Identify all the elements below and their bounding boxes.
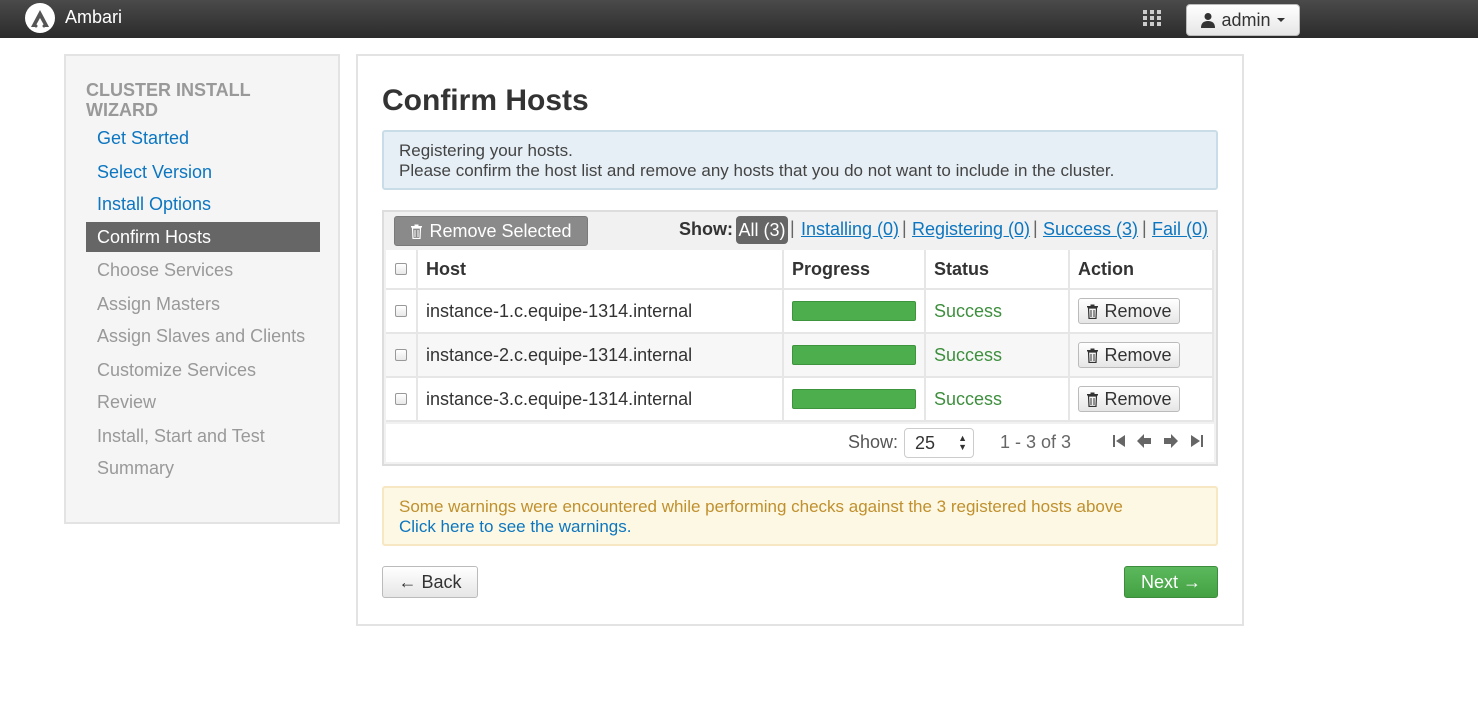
host-action: Remove <box>1070 290 1214 334</box>
previous-page-icon[interactable] <box>1135 432 1153 450</box>
first-page-icon[interactable] <box>1110 432 1128 450</box>
host-name: instance-1.c.equipe-1314.internal <box>418 290 784 334</box>
filter-separator: | <box>1033 218 1038 238</box>
filter-separator: | <box>1142 218 1147 238</box>
column-header-host[interactable]: Host <box>418 250 784 290</box>
last-page-icon[interactable] <box>1188 432 1206 450</box>
warning-text: Some warnings were encountered while per… <box>399 497 1123 516</box>
table-pager <box>386 424 1214 462</box>
user-icon <box>1201 13 1216 28</box>
remove-selected-label: Remove Selected <box>429 220 572 241</box>
host-progress <box>784 378 926 422</box>
sidebar-item-customize-services: Customize Services <box>97 360 257 380</box>
select-all-checkbox[interactable] <box>395 263 407 275</box>
host-progress <box>784 334 926 378</box>
sidebar-title: CLUSTER INSTALL WIZARD <box>86 80 251 120</box>
trash-icon <box>1087 348 1099 363</box>
back-button[interactable]: ← Back <box>382 566 478 598</box>
info-line-2: Please confirm the host list and remove … <box>399 161 1115 180</box>
progress-bar <box>792 345 916 365</box>
host-name: instance-3.c.equipe-1314.internal <box>418 378 784 422</box>
sidebar-item-review: Review <box>97 392 157 412</box>
column-header-progress: Progress <box>784 250 926 290</box>
pager-range: 1 - 3 of 3 <box>1000 432 1072 452</box>
table-header-select <box>386 250 418 290</box>
chevron-down-icon <box>1276 18 1285 22</box>
remove-label: Remove <box>1104 344 1172 365</box>
page-size-value: 25 <box>915 433 936 453</box>
select-arrows-icon: ▲ ▼ <box>958 433 967 452</box>
trash-icon <box>411 224 423 239</box>
remove-label: Remove <box>1104 300 1172 321</box>
hosts-table: Host Progress Status Action instance-1.c… <box>386 250 1214 422</box>
progress-bar <box>792 301 916 321</box>
row-checkbox[interactable] <box>395 393 407 405</box>
table-row <box>386 334 418 378</box>
info-alert: Registering your hosts. Please confirm t… <box>382 130 1218 190</box>
host-progress <box>784 290 926 334</box>
host-action: Remove <box>1070 334 1214 378</box>
filter-all[interactable]: All (3) <box>736 216 788 244</box>
remove-host-button[interactable]: Remove <box>1078 342 1180 368</box>
column-header-status[interactable]: Status <box>926 250 1070 290</box>
host-action: Remove <box>1070 378 1214 422</box>
host-status[interactable]: Success <box>926 334 1070 378</box>
page-size-select[interactable]: 25 ▲ ▼ <box>904 428 974 458</box>
sidebar-item-get-started[interactable]: Get Started <box>86 123 320 153</box>
sidebar-item-select-version[interactable]: Select Version <box>86 157 320 187</box>
sidebar-item-choose-services: Choose Services <box>97 260 234 280</box>
pager-show-label: Show: <box>848 432 899 452</box>
filter-separator: | <box>790 218 795 238</box>
row-checkbox[interactable] <box>395 349 407 361</box>
user-menu-label: admin <box>1221 9 1271 30</box>
apps-grid-icon[interactable] <box>1142 9 1162 27</box>
row-checkbox[interactable] <box>395 305 407 317</box>
remove-host-button[interactable]: Remove <box>1078 298 1180 324</box>
sidebar-item-install-options[interactable]: Install Options <box>86 189 320 219</box>
progress-bar <box>792 389 916 409</box>
host-status[interactable]: Success <box>926 290 1070 334</box>
filter-registering[interactable]: Registering (0) <box>912 219 1030 240</box>
filter-separator: | <box>902 218 907 238</box>
warning-alert: Some warnings were encountered while per… <box>382 486 1218 546</box>
info-line-1: Registering your hosts. <box>399 141 573 160</box>
filter-show-label: Show: <box>679 219 733 239</box>
brand-name[interactable]: Ambari <box>65 7 122 28</box>
column-header-action: Action <box>1070 250 1214 290</box>
table-row <box>386 290 418 334</box>
sidebar-item-assign-slaves: Assign Slaves and Clients <box>97 326 306 346</box>
host-name: instance-2.c.equipe-1314.internal <box>418 334 784 378</box>
page-title: Confirm Hosts <box>382 84 589 117</box>
see-warnings-link[interactable]: Click here to see the warnings. <box>399 517 1201 537</box>
user-menu-button[interactable]: admin <box>1186 4 1300 36</box>
next-button[interactable]: Next → <box>1124 566 1218 598</box>
sidebar-item-install-start-test: Install, Start and Test <box>97 426 265 446</box>
filter-installing[interactable]: Installing (0) <box>801 219 899 240</box>
sidebar-item-summary: Summary <box>97 458 175 478</box>
next-page-icon[interactable] <box>1162 432 1180 450</box>
remove-label: Remove <box>1104 388 1172 409</box>
trash-icon <box>1087 392 1099 407</box>
sidebar-item-assign-masters: Assign Masters <box>97 294 221 314</box>
trash-icon <box>1087 304 1099 319</box>
filter-fail[interactable]: Fail (0) <box>1152 219 1208 240</box>
top-navbar: Ambari admin <box>0 0 1478 38</box>
host-status[interactable]: Success <box>926 378 1070 422</box>
ambari-logo-icon[interactable] <box>24 2 56 34</box>
table-row <box>386 378 418 422</box>
remove-selected-button[interactable]: Remove Selected <box>394 216 588 246</box>
filter-success[interactable]: Success (3) <box>1043 219 1138 240</box>
sidebar-item-confirm-hosts[interactable]: Confirm Hosts <box>86 222 320 252</box>
remove-host-button[interactable]: Remove <box>1078 386 1180 412</box>
